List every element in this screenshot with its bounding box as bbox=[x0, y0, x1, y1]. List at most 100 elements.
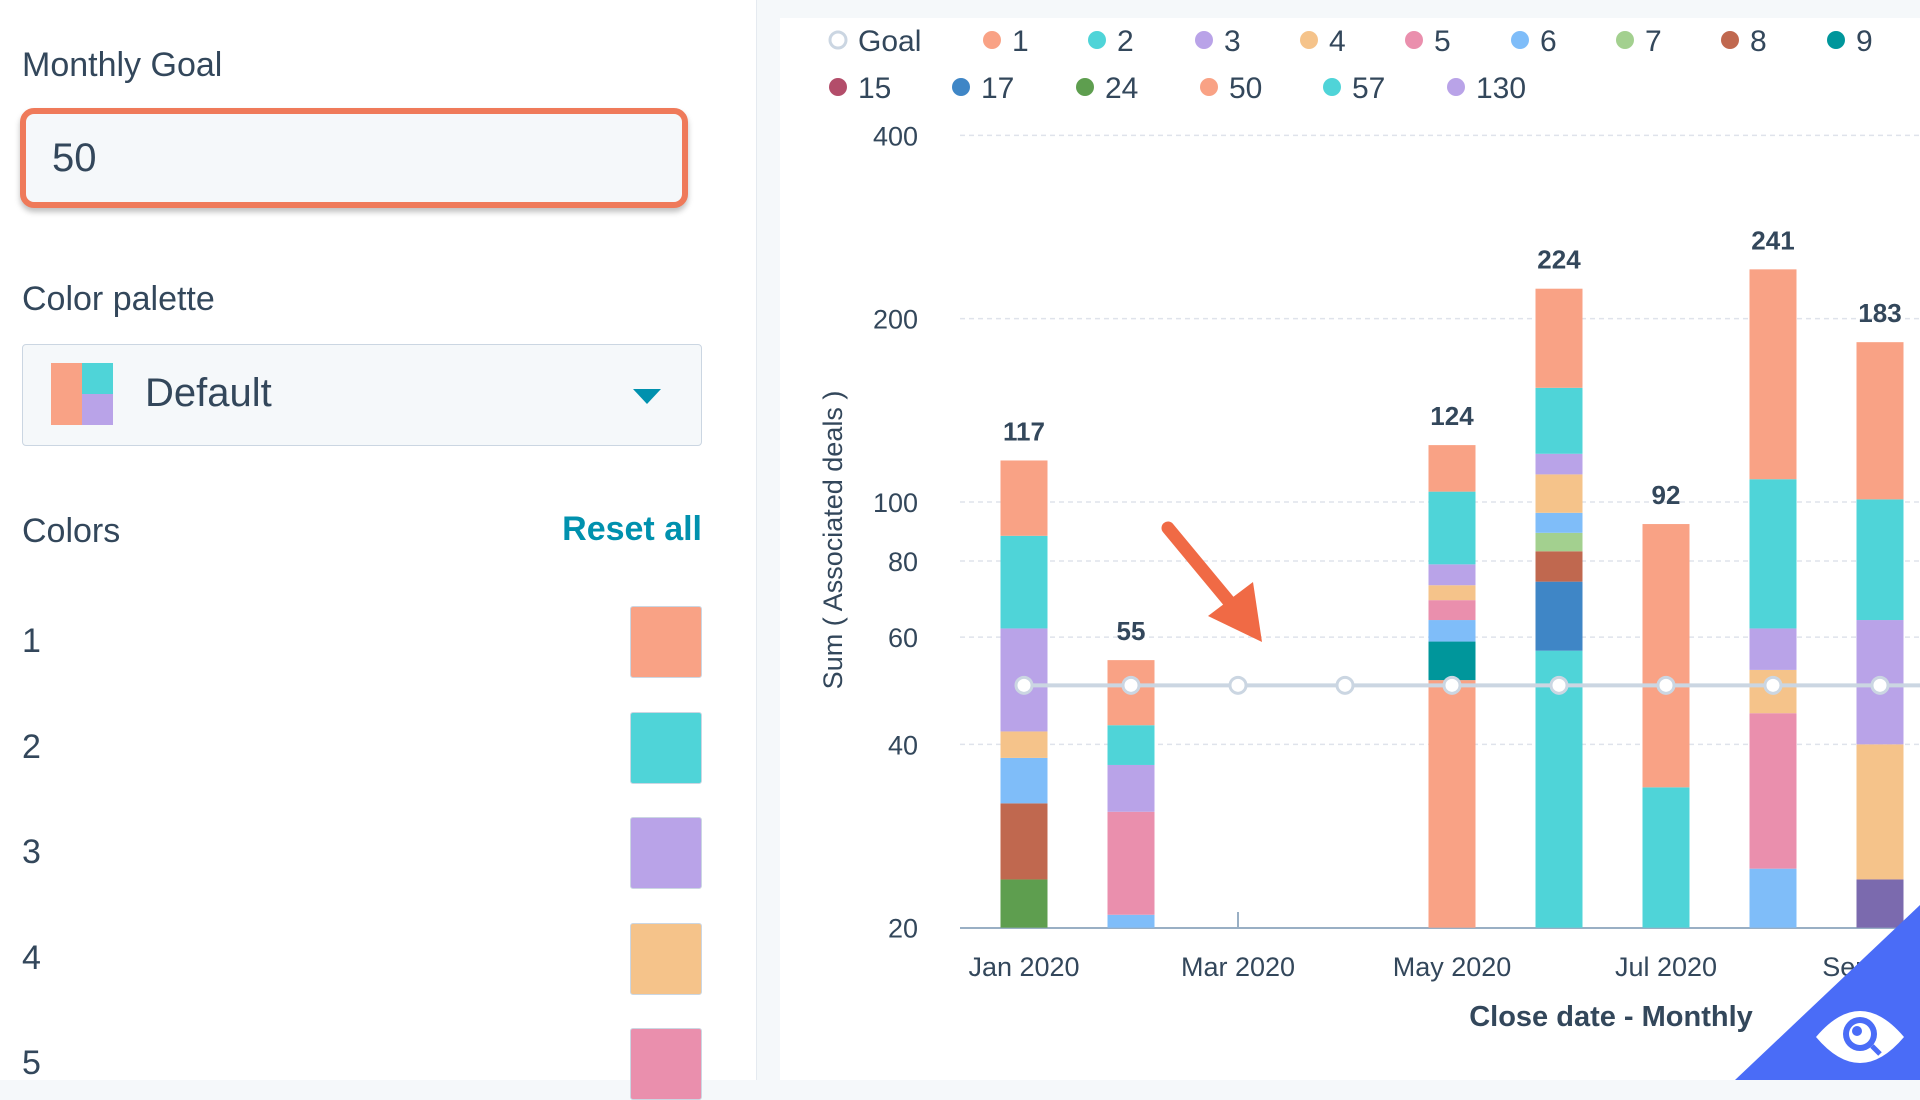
goal-point bbox=[1763, 675, 1783, 695]
goal-point bbox=[1870, 675, 1890, 695]
legend-label: 50 bbox=[1229, 72, 1262, 105]
goal-point bbox=[1335, 675, 1355, 695]
y-tick-label: 200 bbox=[873, 305, 918, 335]
stacked-bar-chart: Goal 1 2 3 4 5 6 7 8 9 15 17 24 50 57 130 20 40 60 80 100 200… bbox=[818, 25, 1920, 1033]
bar-segment bbox=[1428, 564, 1476, 586]
bar-segment bbox=[1749, 269, 1797, 480]
bar-segment bbox=[1535, 288, 1583, 388]
bar-segment bbox=[1642, 524, 1690, 788]
bar-segment bbox=[1000, 879, 1048, 928]
legend-goal-marker bbox=[828, 30, 848, 50]
legend-marker bbox=[1088, 31, 1106, 49]
legend-marker bbox=[1300, 31, 1318, 49]
bar-segment bbox=[1535, 387, 1583, 454]
goal-point bbox=[1121, 675, 1141, 695]
bar-segment bbox=[1428, 680, 1476, 928]
bar-segment bbox=[1535, 453, 1583, 475]
legend-label: 17 bbox=[981, 72, 1014, 105]
bar-segment bbox=[1535, 512, 1583, 533]
legend-label: 1 bbox=[1012, 25, 1029, 58]
y-tick-label: 100 bbox=[873, 488, 918, 518]
bar-segment bbox=[1428, 491, 1476, 565]
legend-marker bbox=[983, 31, 1001, 49]
bar-segment bbox=[1535, 551, 1583, 582]
bar-segment bbox=[1749, 479, 1797, 629]
legend-label: 6 bbox=[1540, 25, 1557, 58]
bar-segment bbox=[1428, 445, 1476, 492]
legend-marker bbox=[1405, 31, 1423, 49]
bar-segment bbox=[1000, 535, 1048, 629]
bar-segment bbox=[1107, 725, 1155, 765]
bar-total-label: 183 bbox=[1858, 298, 1901, 328]
legend-label: 3 bbox=[1224, 25, 1241, 58]
legend-label: 130 bbox=[1476, 72, 1526, 105]
bar-segment bbox=[1107, 914, 1155, 928]
bar-segment bbox=[1000, 731, 1048, 758]
bar-segment bbox=[1856, 744, 1904, 880]
bar-segment bbox=[1749, 868, 1797, 928]
bar-segment bbox=[1535, 532, 1583, 552]
y-tick-label: 400 bbox=[873, 121, 918, 151]
y-tick-label: 40 bbox=[888, 730, 918, 760]
annotation-arrow-shaft bbox=[1161, 521, 1243, 617]
y-tick-label: 20 bbox=[888, 914, 918, 944]
bar-segment bbox=[1535, 474, 1583, 513]
bar-segment bbox=[1749, 713, 1797, 869]
legend-label: 7 bbox=[1645, 25, 1662, 58]
bar-segment bbox=[1000, 757, 1048, 804]
bar-segment bbox=[1000, 460, 1048, 536]
bar-segment bbox=[1428, 585, 1476, 601]
legend-label: 5 bbox=[1434, 25, 1451, 58]
y-tick-label: 80 bbox=[888, 547, 918, 577]
bar-segment bbox=[1749, 628, 1797, 670]
legend-label: 2 bbox=[1117, 25, 1134, 58]
x-tick-label: Jan 2020 bbox=[968, 952, 1079, 982]
bar-total-label: 124 bbox=[1430, 401, 1474, 431]
bar-total-label: 224 bbox=[1537, 245, 1581, 275]
goal-point bbox=[1656, 675, 1676, 695]
goal-point bbox=[1549, 675, 1569, 695]
x-tick-label: Jul 2020 bbox=[1615, 952, 1717, 982]
legend-label: 9 bbox=[1856, 25, 1873, 58]
goal-point bbox=[1442, 675, 1462, 695]
bar-segment bbox=[1428, 620, 1476, 642]
bar-segment bbox=[1000, 803, 1048, 880]
bar-segment bbox=[1856, 342, 1904, 500]
y-axis-title: Sum ( Associated deals ) bbox=[818, 391, 848, 690]
bar-segment bbox=[1856, 499, 1904, 621]
legend-marker bbox=[1721, 31, 1739, 49]
legend-marker bbox=[1447, 78, 1465, 96]
legend-marker bbox=[1200, 78, 1218, 96]
legend-marker bbox=[1616, 31, 1634, 49]
legend-label: 8 bbox=[1750, 25, 1767, 58]
bar-segment bbox=[1535, 581, 1583, 651]
legend-label: 15 bbox=[858, 72, 891, 105]
bar-total-label: 92 bbox=[1652, 480, 1681, 510]
legend-marker bbox=[1827, 31, 1845, 49]
legend-label: 4 bbox=[1329, 25, 1346, 58]
bar-total-label: 55 bbox=[1117, 616, 1146, 646]
goal-point bbox=[1014, 675, 1034, 695]
legend-label: 24 bbox=[1105, 72, 1138, 105]
x-tick-label: Sep 2020 bbox=[1822, 952, 1920, 982]
y-tick-label: 60 bbox=[888, 623, 918, 653]
bar-total-label: 241 bbox=[1751, 225, 1794, 255]
bar-segment bbox=[1428, 600, 1476, 621]
bar-segment bbox=[1428, 641, 1476, 681]
bar-segment bbox=[1107, 811, 1155, 915]
legend-label: 57 bbox=[1352, 72, 1385, 105]
bar-segment bbox=[1642, 787, 1690, 928]
legend-marker bbox=[1195, 31, 1213, 49]
legend-marker bbox=[1076, 78, 1094, 96]
bar-segment bbox=[1107, 764, 1155, 812]
x-axis-title: Close date - Monthly bbox=[1469, 1001, 1753, 1033]
goal-point bbox=[1228, 675, 1248, 695]
x-tick-label: May 2020 bbox=[1393, 952, 1512, 982]
bar-segment bbox=[1856, 879, 1904, 928]
legend-marker bbox=[952, 78, 970, 96]
legend-marker bbox=[1511, 31, 1529, 49]
legend-marker bbox=[829, 78, 847, 96]
x-tick-label: Mar 2020 bbox=[1181, 952, 1295, 982]
legend-label: Goal bbox=[858, 25, 921, 58]
legend-marker bbox=[1323, 78, 1341, 96]
